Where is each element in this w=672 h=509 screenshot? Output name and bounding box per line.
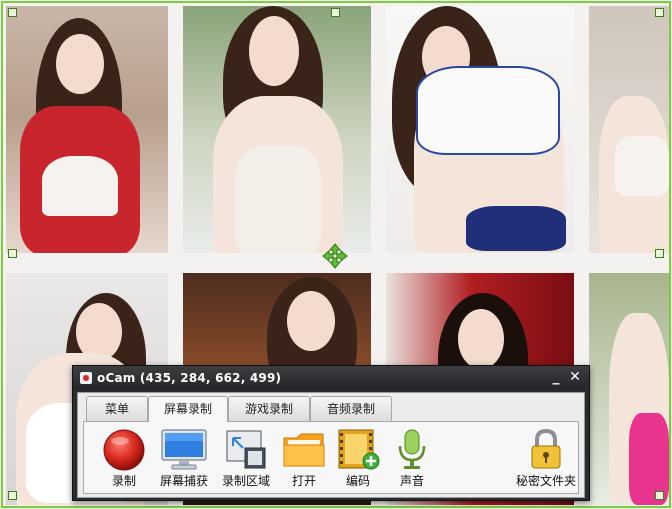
secret-folder-label: 秘密文件夹 [515, 474, 576, 488]
record-region-button[interactable]: 录制区域 [214, 426, 278, 490]
tab-screen-recording[interactable]: 屏幕录制 [148, 396, 228, 422]
record-label: 录制 [111, 474, 136, 488]
ocam-window: oCam (435, 284, 662, 499) _ ✕ 菜单 屏幕录制 游戏… [72, 365, 590, 501]
resize-handle-top[interactable] [331, 8, 340, 17]
tab-game-recording[interactable]: 游戏录制 [228, 396, 310, 421]
ocam-content: 菜单 屏幕录制 游戏录制 音频录制 录制 屏幕捕获 录制区域 打开 编码 声音 … [77, 392, 585, 498]
sound-label: 声音 [399, 474, 424, 488]
folder-icon [283, 433, 325, 467]
gallery-photo[interactable] [589, 6, 669, 253]
screen-capture-label: 屏幕捕获 [159, 474, 208, 488]
region-resize-icon [226, 430, 266, 469]
gallery-photo[interactable] [6, 6, 168, 253]
gallery-photo[interactable] [386, 6, 574, 253]
monitor-icon [161, 429, 207, 470]
record-button[interactable]: 录制 [92, 426, 156, 490]
record-icon [103, 429, 145, 471]
resize-handle-left[interactable] [8, 249, 17, 258]
resize-handle-top-right[interactable] [655, 8, 664, 17]
microphone-icon [398, 429, 426, 469]
gallery-photo[interactable] [183, 6, 371, 253]
screen-capture-button[interactable]: 屏幕捕获 [152, 426, 216, 490]
resize-handle-top-left[interactable] [8, 8, 17, 17]
record-region-label: 录制区域 [221, 474, 270, 488]
sound-button[interactable]: 声音 [380, 426, 444, 490]
ocam-app-icon [80, 372, 92, 384]
close-button[interactable]: ✕ [566, 368, 584, 386]
tab-menu[interactable]: 菜单 [86, 396, 148, 421]
move-arrows-icon[interactable] [322, 243, 348, 269]
title-bar[interactable]: oCam (435, 284, 662, 499) _ ✕ [73, 366, 589, 390]
resize-handle-bottom-right[interactable] [655, 491, 664, 500]
film-add-icon [338, 429, 380, 470]
tab-audio-recording[interactable]: 音频录制 [310, 396, 392, 421]
window-title: oCam (435, 284, 662, 499) [97, 371, 282, 385]
resize-handle-right[interactable] [655, 249, 664, 258]
resize-handle-bottom-left[interactable] [8, 491, 17, 500]
minimize-button[interactable]: _ [547, 368, 565, 386]
padlock-icon [531, 428, 561, 469]
secret-folder-button[interactable]: 秘密文件夹 [514, 426, 578, 490]
gallery-photo[interactable] [589, 273, 669, 505]
toolbar-panel: 录制 屏幕捕获 录制区域 打开 编码 声音 秘密文件夹 [83, 421, 579, 494]
